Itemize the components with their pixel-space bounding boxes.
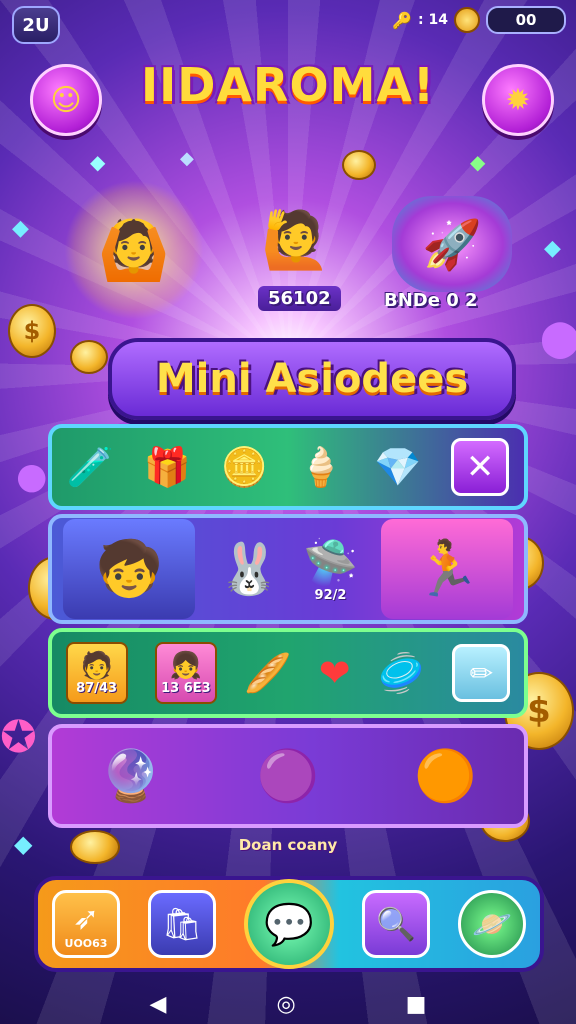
- floating-coin-icon: [342, 150, 376, 180]
- gold-bars-icon[interactable]: 🪙: [221, 445, 268, 490]
- shop-bag-icon: 🛍: [161, 905, 203, 943]
- sparkle-star-icon: ✪: [0, 712, 37, 763]
- ice-cream-icon[interactable]: 🍦: [297, 445, 344, 490]
- pencil-button[interactable]: ✏: [452, 644, 511, 702]
- nav-first-label: UOO63: [64, 936, 108, 950]
- level-badge[interactable]: 2U: [12, 6, 60, 44]
- potion-bottle-icon[interactable]: 🧪: [67, 445, 114, 490]
- character-mini-card-1[interactable]: 🧑 87/43: [65, 642, 128, 704]
- nav-planet-button[interactable]: 🪐: [458, 890, 526, 958]
- item-row-3: 🧑 87/43 👧 13 6E3 🥖 ❤ 🥏 ✏: [48, 628, 528, 718]
- section-caption: Doan coany: [238, 836, 338, 854]
- crystal-gem-icon[interactable]: 💎: [374, 445, 421, 490]
- gift-box-icon[interactable]: 🎁: [144, 445, 191, 490]
- nav-arrow-button[interactable]: ➶ UOO63: [52, 890, 120, 958]
- coin-count[interactable]: 00: [486, 6, 566, 34]
- sparkle-gem-icon: ◆: [90, 150, 106, 174]
- yellow-bunny-icon[interactable]: 🐰: [218, 540, 280, 599]
- sparkle-star-icon: ⬤: [540, 318, 576, 359]
- arrow-icon: ➶: [72, 898, 100, 937]
- bread-icon[interactable]: 🥖: [244, 651, 291, 696]
- bottom-nav-bar: ➶ UOO63 🛍 💬 🔍 🪐: [34, 876, 544, 972]
- character-mini-card-2[interactable]: 👧 13 6E3: [154, 642, 217, 704]
- item-row-2: 🧒 🐰 🛸 92/2 🏃: [48, 514, 528, 624]
- hero-boy-waving[interactable]: 🙋: [246, 192, 346, 288]
- key-count: : 14: [418, 12, 448, 28]
- heart-icon[interactable]: ❤: [319, 651, 351, 695]
- item-row-1: 🧪 🎁 🪙 🍦 💎 ✕: [48, 424, 528, 510]
- nav-home-button[interactable]: 💬: [244, 879, 334, 969]
- hero-score-label: 56102: [258, 286, 341, 311]
- nav-shop-button[interactable]: 🛍: [148, 890, 216, 958]
- ufo-price-label: 92/2: [314, 587, 347, 603]
- hero-boy-cheering[interactable]: 🙆: [64, 180, 204, 320]
- spaceship-label: BNDe 0 2: [384, 290, 478, 311]
- sparkle-star-icon: ●: [16, 456, 48, 497]
- coin-icon: [454, 7, 480, 33]
- chat-bubble-icon: 💬: [264, 901, 314, 948]
- character-card-boy[interactable]: 🧒: [63, 519, 196, 619]
- nav-search-button[interactable]: 🔍: [362, 890, 430, 958]
- spaceship-icon[interactable]: 🚀: [392, 196, 512, 292]
- sparkle-gem-icon: ◆: [180, 148, 194, 169]
- search-icon: 🔍: [376, 905, 416, 943]
- sparkle-gem-icon: ◆: [544, 236, 561, 261]
- game-title: IIDAROMA!: [141, 58, 435, 112]
- floating-coin-icon: [70, 340, 108, 374]
- planet-icon: 🪐: [472, 905, 512, 943]
- green-saucer-icon[interactable]: 🥏: [378, 651, 425, 696]
- orange-orb-charm-icon[interactable]: 🟠: [414, 747, 476, 806]
- key-icon: 🔑: [392, 10, 413, 30]
- item-row-4: 🔮 🟣 🟠: [48, 724, 528, 828]
- close-button[interactable]: ✕: [451, 438, 510, 496]
- purple-ufo-icon[interactable]: 🛸 92/2: [303, 536, 358, 603]
- recents-icon[interactable]: ■: [406, 992, 427, 1017]
- sparkle-gem-icon: ◆: [12, 216, 29, 241]
- floating-coin-icon: $: [8, 304, 56, 358]
- mini-games-banner[interactable]: Mini Asiodees: [108, 338, 516, 420]
- mini-card-2-label: 13 6E3: [161, 680, 211, 696]
- currency-display: 🔑 : 14 00: [392, 6, 566, 34]
- system-nav-bar: ◀ ◎ ■: [0, 984, 576, 1024]
- character-card-girl[interactable]: 🏃: [380, 519, 513, 619]
- sparkle-gem-icon: ◆: [470, 150, 486, 174]
- purple-orb-charm-icon[interactable]: 🟣: [257, 747, 319, 806]
- mini-card-1-label: 87/43: [76, 680, 118, 696]
- home-icon[interactable]: ◎: [276, 992, 295, 1017]
- background-rays: [0, 0, 576, 1024]
- back-icon[interactable]: ◀: [150, 992, 167, 1017]
- pink-crystal-charm-icon[interactable]: 🔮: [100, 747, 162, 806]
